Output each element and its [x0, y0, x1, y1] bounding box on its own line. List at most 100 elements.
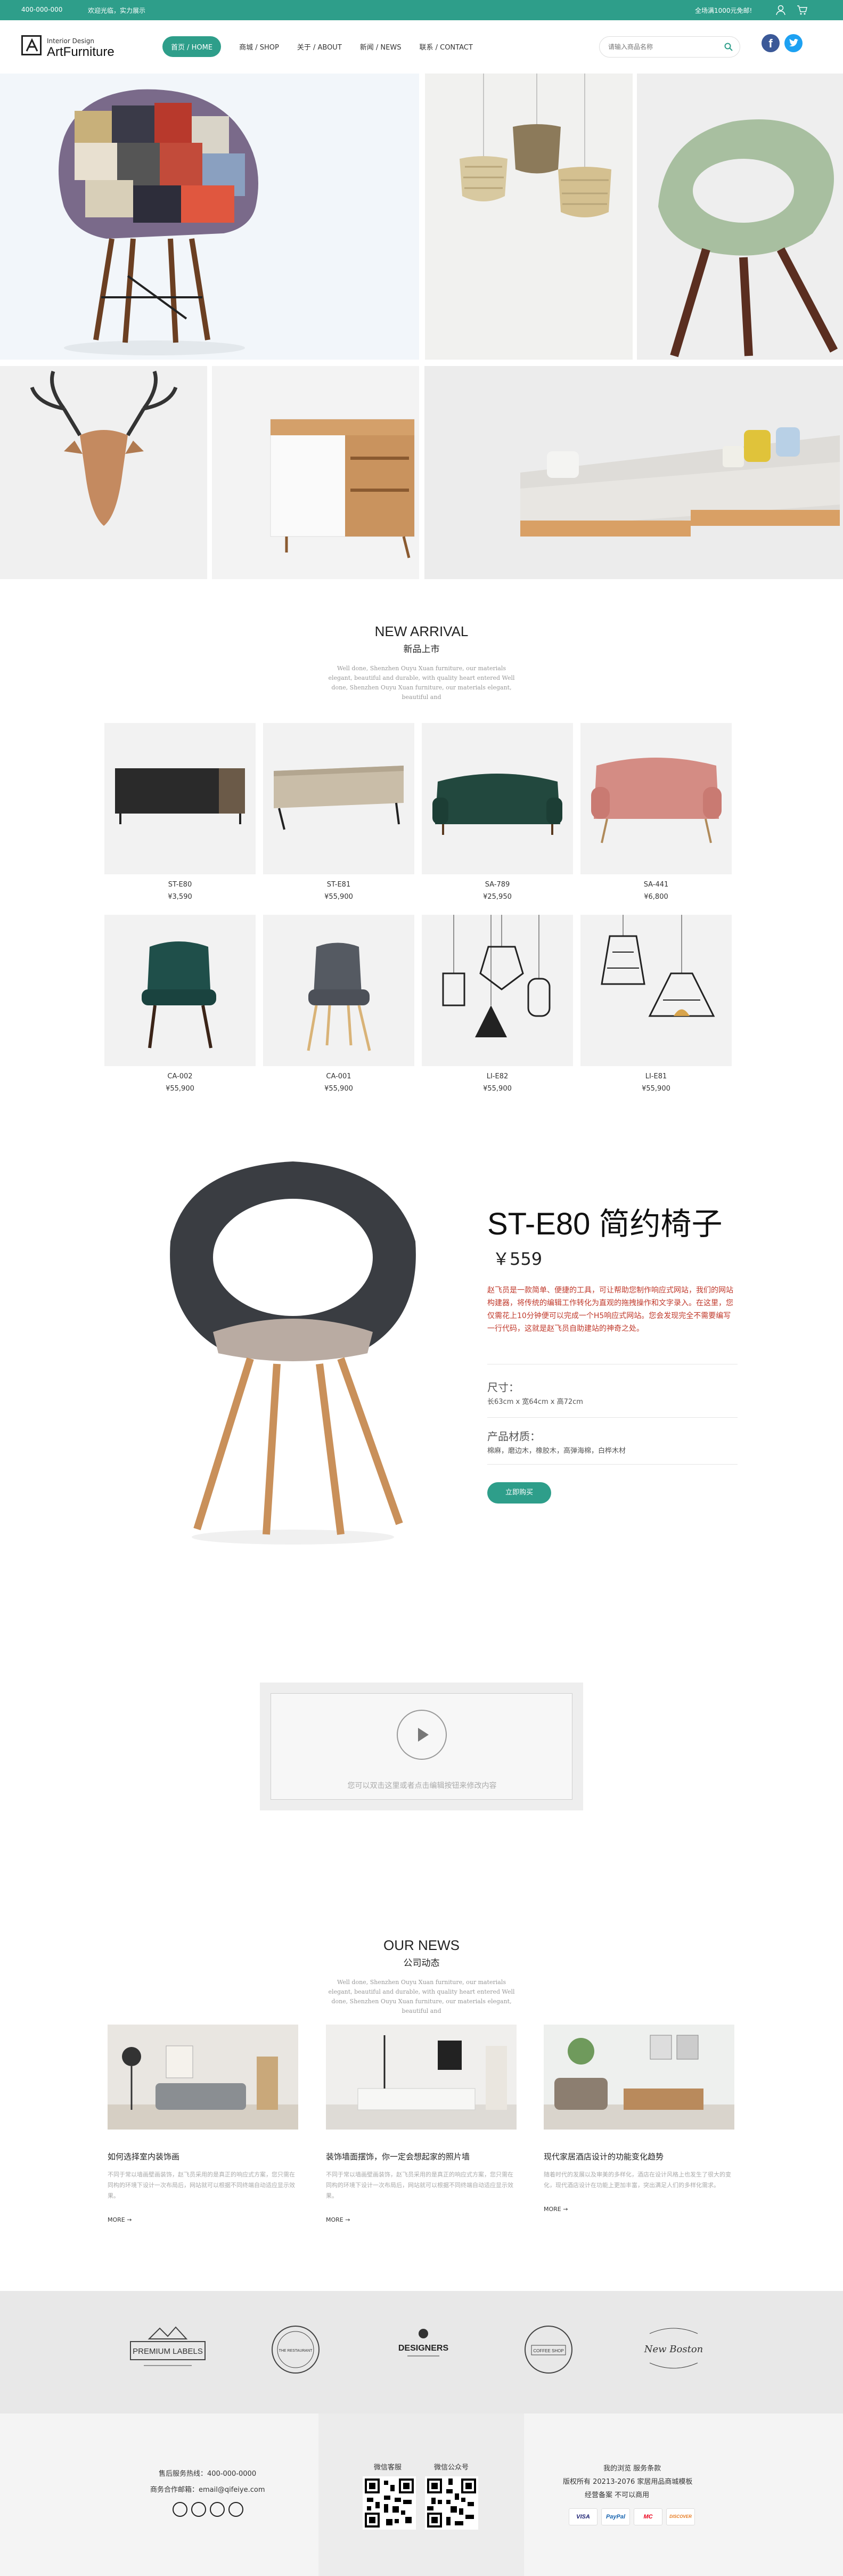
facebook-icon[interactable]: f [762, 34, 780, 52]
play-icon[interactable] [397, 1710, 447, 1760]
nav-shop[interactable]: 商城 / SHOP [239, 42, 279, 52]
visa-icon: VISA [569, 2508, 598, 2525]
footer-qr-panel [318, 2414, 524, 2576]
product-price: ¥55,900 [324, 1085, 353, 1093]
new-arrival-subtitle: 新品上市 [403, 644, 440, 655]
news-card[interactable]: 现代家居酒店设计的功能变化趋势 随着时代的发展以及审美的多样化，酒店在设计风格上… [544, 2025, 734, 2213]
news-image-bedroom[interactable] [326, 2025, 517, 2130]
discover-icon: DISCOVER [666, 2508, 695, 2525]
product-name: ST-E81 [326, 881, 351, 889]
nav-about[interactable]: 关于 / ABOUT [297, 42, 342, 52]
mastercard-icon: MC [634, 2508, 662, 2525]
nav-home[interactable]: 首页 / HOME [162, 36, 222, 57]
feature-price: ￥559 [493, 1249, 543, 1269]
logo-title[interactable]: ArtFurniture [47, 45, 114, 60]
footer-wechat-account: 微信公众号 [434, 2464, 469, 2472]
news-more-link[interactable]: MORE → [544, 2206, 734, 2213]
brand-text: COFFEE SHOP [533, 2349, 563, 2353]
product-image-cabinet[interactable] [263, 723, 414, 874]
hero-tile-green-chair[interactable] [637, 74, 843, 360]
top-phone: 400-000-000 [21, 6, 63, 13]
hero-tile-patchwork-chair[interactable] [0, 74, 419, 360]
news-card[interactable]: 装饰墙面摆饰，你一定会想起家的照片墙 不同于常以墙画壁画装饰，赵飞员采用的是真正… [326, 2025, 517, 2223]
user-icon[interactable] [775, 4, 787, 16]
news-more-link[interactable]: MORE → [326, 2216, 517, 2223]
news-image-living-room[interactable] [108, 2025, 298, 2130]
weibo-icon[interactable] [210, 2502, 225, 2517]
product-image-cage-lamps[interactable] [580, 915, 732, 1066]
qr-code-icon [363, 2476, 416, 2530]
material-value: 棉麻，磨边木，橡胶木，高弹海棉，白桦木材 [487, 1447, 626, 1455]
product-price: ¥6,800 [644, 893, 668, 901]
nav-contact[interactable]: 联系 / CONTACT [419, 42, 472, 52]
video-placeholder: 您可以双击这里或者点击编辑按钮来修改内容 [260, 1683, 583, 1810]
video-frame[interactable]: 您可以双击这里或者点击编辑按钮来修改内容 [271, 1693, 572, 1800]
product-image-tv-stand[interactable] [104, 723, 256, 874]
product-name: CA-002 [167, 1072, 193, 1080]
footer-email[interactable]: 商务合作邮箱：email@qifeiye.com [150, 2484, 265, 2494]
product-price: ¥55,900 [166, 1085, 194, 1093]
product-name: CA-001 [326, 1072, 351, 1080]
news-more-link[interactable]: MORE → [108, 2216, 298, 2223]
brand-logo-coffee-shop: COFFEE SHOP [522, 2323, 575, 2376]
hero-tile-deer-head[interactable] [0, 366, 207, 579]
site-header: Interior Design ArtFurniture 首页 / HOME 商… [0, 20, 843, 74]
news-subtitle: 公司动态 [403, 1958, 440, 1969]
product-price: ¥55,900 [642, 1085, 670, 1093]
news-title: OUR NEWS [383, 1937, 460, 1953]
product-card[interactable]: SA-789 ¥25,950 [422, 723, 573, 901]
twitter-icon[interactable] [784, 34, 803, 52]
product-card[interactable]: CA-002 ¥55,900 [104, 915, 256, 1093]
product-image-green-armchair[interactable] [104, 915, 256, 1066]
product-price: ¥25,950 [483, 893, 512, 901]
buy-now-button[interactable]: 立即购买 [487, 1482, 551, 1504]
product-image-pink-sofa[interactable] [580, 723, 732, 874]
hero-tile-pendant-lamps[interactable] [425, 74, 633, 360]
main-nav: 首页 / HOME 商城 / SHOP 关于 / ABOUT 新闻 / NEWS… [162, 36, 491, 57]
footer-icp: 经营备案 不可以商用 [585, 2491, 650, 2499]
news-title-text[interactable]: 现代家居酒店设计的功能变化趋势 [544, 2151, 734, 2162]
brand-logo-premium-labels: PREMIUM LABELS [128, 2323, 208, 2376]
product-card[interactable]: ST-E80 ¥3,590 [104, 723, 256, 901]
news-excerpt: 不同于常以墙画壁画装饰，赵飞员采用的是真正的响应式方案，您只需在同构的环境下设计… [326, 2171, 513, 2199]
brand-text: PREMIUM LABELS [133, 2347, 203, 2356]
news-title-text[interactable]: 装饰墙面摆饰，你一定会想起家的照片墙 [326, 2151, 517, 2162]
qq-icon[interactable] [173, 2502, 187, 2517]
divider [487, 1464, 738, 1465]
top-promo: 全场满1000元免邮! [695, 7, 752, 14]
news-title-text[interactable]: 如何选择室内装饰画 [108, 2151, 298, 2162]
nav-news[interactable]: 新闻 / NEWS [360, 42, 402, 52]
logo-icon[interactable] [21, 35, 42, 55]
news-excerpt: 不同于常以墙画壁画装饰，赵飞员采用的是真正的响应式方案，您只需在同构的环境下设计… [108, 2171, 295, 2199]
product-card[interactable]: ST-E81 ¥55,900 [263, 723, 414, 901]
product-price: ¥55,900 [324, 893, 353, 901]
brand-text: DESIGNERS [398, 2344, 449, 2353]
brand-logo-designers: DESIGNERS [391, 2323, 455, 2376]
news-card[interactable]: 如何选择室内装饰画 不同于常以墙画壁画装饰，赵飞员采用的是真正的响应式方案，您只… [108, 2025, 298, 2223]
cart-icon[interactable] [796, 4, 808, 16]
qr-code-icon [425, 2476, 478, 2530]
product-image-geometric-lamps[interactable] [422, 915, 573, 1066]
new-arrival-desc: Well done, Shenzhen Ouyu Xuan furniture,… [328, 665, 515, 701]
product-image-grey-chair[interactable] [263, 915, 414, 1066]
logo-subtitle: Interior Design [47, 37, 95, 45]
product-card[interactable]: LI-E82 ¥55,900 [422, 915, 573, 1093]
product-image-green-sofa[interactable] [422, 723, 573, 874]
hero-tile-sofa[interactable] [424, 366, 843, 579]
feature-description: 赵飞员是一款简单、便捷的工具，可让帮助您制作响应式网站，我们的网站构建器，将传统… [487, 1286, 733, 1333]
search-input[interactable] [608, 42, 723, 52]
search-icon[interactable] [724, 42, 733, 52]
wechat-icon[interactable] [191, 2502, 206, 2517]
product-card[interactable]: CA-001 ¥55,900 [263, 915, 414, 1093]
footer-copyright: 版权所有 20213-2076 家居用品商城模板 [563, 2478, 693, 2486]
product-card[interactable]: LI-E81 ¥55,900 [580, 915, 732, 1093]
search-box [599, 36, 740, 58]
news-image-lounge[interactable] [544, 2025, 734, 2130]
camera-icon[interactable] [228, 2502, 243, 2517]
product-card[interactable]: SA-441 ¥6,800 [580, 723, 732, 901]
hero-tile-sideboard[interactable] [212, 366, 419, 579]
footer-links[interactable]: 我的浏览 服务条款 [603, 2463, 661, 2473]
top-welcome: 欢迎光临，实力展示 [88, 7, 146, 14]
material-label: 产品材质： [487, 1430, 541, 1443]
new-arrival-title: NEW ARRIVAL [374, 623, 469, 639]
